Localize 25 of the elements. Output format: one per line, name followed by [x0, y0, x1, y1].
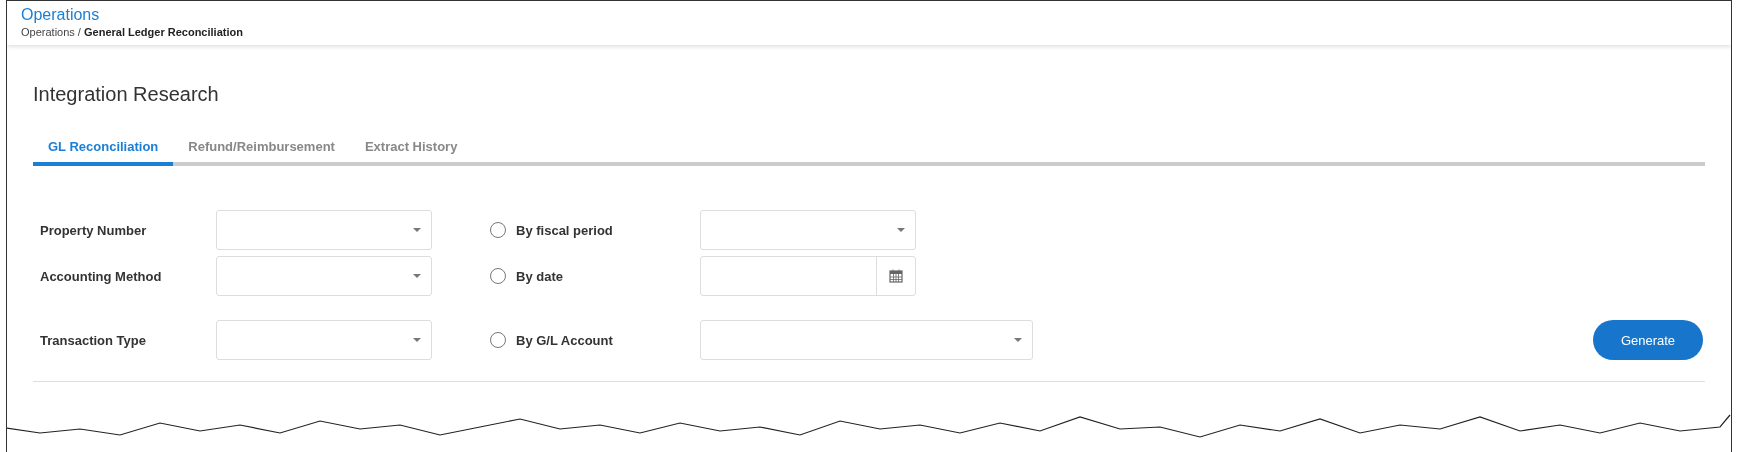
field-label: Property Number: [39, 222, 148, 238]
dropdown-field[interactable]: [216, 210, 432, 250]
tab[interactable]: Refund/Reimbursement: [173, 131, 350, 166]
tab[interactable]: Extract History: [349, 131, 473, 166]
dropdown-field[interactable]: [700, 210, 916, 250]
caret-icon: [897, 228, 905, 232]
date-field[interactable]: [700, 256, 916, 296]
tab[interactable]: GL Reconciliation: [33, 131, 174, 166]
caret-icon: [1014, 338, 1022, 342]
option-label: By fiscal period: [516, 222, 613, 238]
page-title: Integration Research: [33, 83, 220, 107]
option-label: By date: [516, 268, 563, 284]
breadcrumb: Operations / General Ledger Reconciliation: [21, 25, 243, 39]
field-label: Accounting Method: [39, 268, 163, 284]
caret-icon: [413, 338, 421, 342]
dropdown-field[interactable]: [216, 256, 432, 296]
field-label: Transaction Type: [39, 332, 147, 348]
dropdown-field[interactable]: [216, 320, 432, 360]
calendar-icon: [889, 269, 903, 283]
generate-button[interactable]: Generate: [1593, 320, 1703, 360]
caret-icon: [413, 274, 421, 278]
dropdown-field[interactable]: [700, 320, 1033, 360]
option-label: By G/L Account: [516, 332, 613, 348]
caret-icon: [413, 228, 421, 232]
app-title: Operations: [21, 5, 101, 25]
